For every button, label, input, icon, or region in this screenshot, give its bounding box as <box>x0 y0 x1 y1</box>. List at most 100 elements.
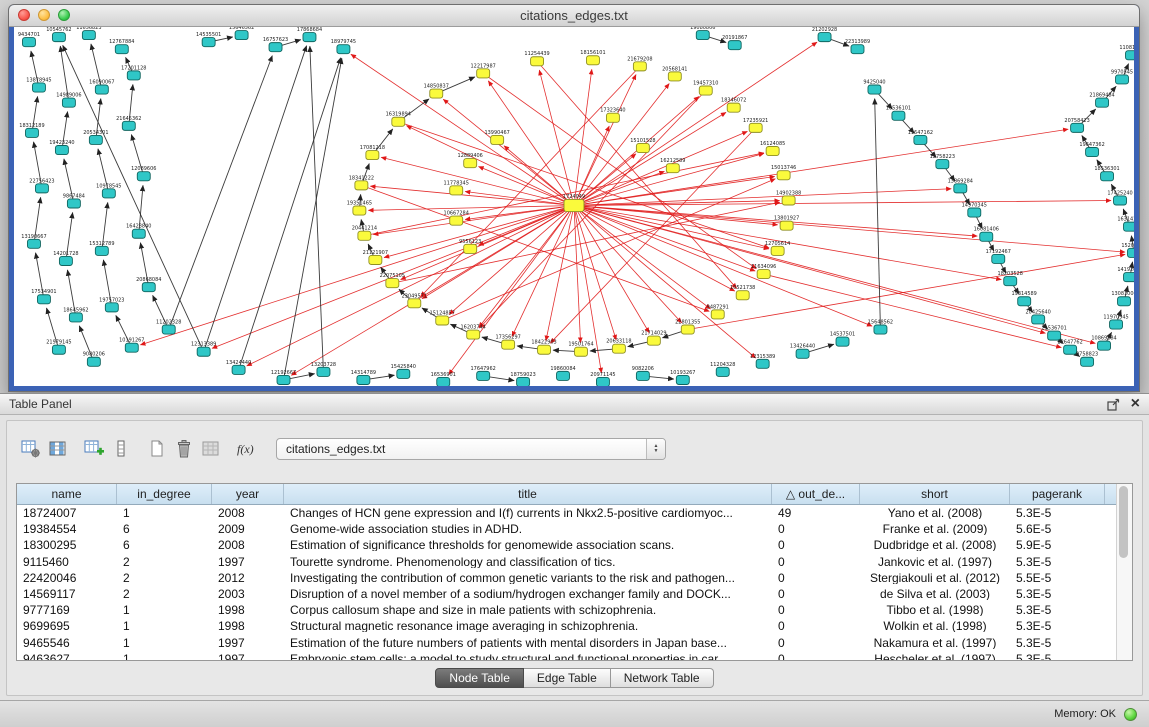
graph-node[interactable] <box>67 199 80 208</box>
graph-node[interactable] <box>716 367 729 376</box>
graph-node[interactable] <box>22 38 35 47</box>
graph-node[interactable] <box>586 56 599 65</box>
graph-node[interactable] <box>1071 123 1084 132</box>
graph-node[interactable] <box>574 347 587 356</box>
graph-node[interactable] <box>392 117 405 126</box>
graph-node[interactable] <box>197 347 210 356</box>
graph-node[interactable] <box>874 325 887 334</box>
graph-node[interactable] <box>531 57 544 66</box>
graph-node[interactable] <box>55 145 68 154</box>
function-builder-icon[interactable]: f(x) <box>233 436 260 462</box>
graph-node[interactable] <box>32 83 45 92</box>
graph-node[interactable] <box>1114 196 1127 205</box>
graph-node[interactable] <box>397 369 410 378</box>
create-column-icon[interactable] <box>80 436 107 462</box>
new-file-icon[interactable] <box>143 436 170 462</box>
graph-node[interactable] <box>836 337 849 346</box>
graph-node[interactable] <box>696 31 709 40</box>
graph-node[interactable] <box>1018 297 1031 306</box>
graph-node[interactable] <box>1124 222 1134 231</box>
graph-node[interactable] <box>353 206 366 215</box>
graph-node[interactable] <box>202 38 215 47</box>
tab-edge-table[interactable]: Edge Table <box>524 668 611 688</box>
graph-node[interactable] <box>137 172 150 181</box>
table-mode-icon[interactable] <box>17 436 44 462</box>
graph-node[interactable] <box>115 45 128 54</box>
column-header-pagerank[interactable]: pagerank <box>1010 484 1105 504</box>
graph-node[interactable] <box>437 377 450 386</box>
graph-node[interactable] <box>464 244 477 253</box>
table-row[interactable]: 946362711997Embryonic stem cells: a mode… <box>17 651 1132 661</box>
graph-node[interactable] <box>95 246 108 255</box>
graph-node[interactable] <box>355 181 368 190</box>
graph-node[interactable] <box>82 31 95 40</box>
graph-node[interactable] <box>1110 320 1123 329</box>
graph-node[interactable] <box>711 310 724 319</box>
graph-node[interactable] <box>35 184 48 193</box>
graph-node[interactable] <box>1096 98 1109 107</box>
graph-node[interactable] <box>235 31 248 40</box>
graph-node[interactable] <box>782 196 795 205</box>
graph-node[interactable] <box>771 246 784 255</box>
graph-node[interactable] <box>668 72 681 81</box>
graph-node[interactable] <box>796 349 809 358</box>
graph-node[interactable] <box>269 43 282 52</box>
graph-node[interactable] <box>408 299 421 308</box>
graph-node[interactable] <box>766 146 779 155</box>
graph-node[interactable] <box>502 340 515 349</box>
table-row[interactable]: 1456911722003Disruption of a novel membe… <box>17 586 1132 602</box>
graph-node[interactable] <box>89 135 102 144</box>
graph-node[interactable] <box>647 336 660 345</box>
tab-network-table[interactable]: Network Table <box>611 668 714 688</box>
column-header-year[interactable]: year <box>212 484 284 504</box>
graph-node[interactable] <box>517 377 530 386</box>
float-panel-icon[interactable] <box>1107 398 1120 411</box>
graph-node[interactable] <box>780 221 793 230</box>
graph-node[interactable] <box>681 325 694 334</box>
graph-node[interactable] <box>1126 51 1134 60</box>
column-header-title[interactable]: title <box>284 484 772 504</box>
graph-node[interactable] <box>142 283 155 292</box>
table-row[interactable]: 911546021997Tourette syndrome. Phenomeno… <box>17 554 1132 570</box>
graph-node[interactable] <box>818 33 831 42</box>
graph-node[interactable] <box>277 375 290 384</box>
network-window-titlebar[interactable]: citations_edges.txt <box>9 5 1139 27</box>
graph-node[interactable] <box>87 357 100 366</box>
graph-node[interactable] <box>851 45 864 54</box>
graph-node[interactable] <box>477 69 490 78</box>
graph-node[interactable] <box>1098 341 1111 350</box>
table-row[interactable]: 1830029562008Estimation of significance … <box>17 537 1132 553</box>
graph-node[interactable] <box>1064 345 1077 354</box>
graph-node[interactable] <box>1081 357 1094 366</box>
table-row[interactable]: 1872400712008Changes of HCN gene express… <box>17 505 1132 521</box>
graph-node[interactable] <box>676 375 689 384</box>
graph-node[interactable] <box>450 216 463 225</box>
graph-node[interactable] <box>467 330 480 339</box>
graph-node[interactable] <box>37 295 50 304</box>
table-row[interactable]: 977716911998Corpus callosum shape and si… <box>17 602 1132 618</box>
graph-node[interactable] <box>1116 75 1129 84</box>
graph-node[interactable] <box>868 85 881 94</box>
table-row[interactable]: 946554611997Estimation of the future num… <box>17 635 1132 651</box>
graph-node[interactable] <box>777 171 790 180</box>
graph-node[interactable] <box>892 111 905 120</box>
zoom-window-icon[interactable] <box>58 9 70 21</box>
column-header-short[interactable]: short <box>860 484 1010 504</box>
graph-node[interactable] <box>914 135 927 144</box>
graph-node[interactable] <box>52 345 65 354</box>
graph-node[interactable] <box>1101 172 1114 181</box>
graph-node[interactable] <box>386 279 399 288</box>
graph-node[interactable] <box>980 232 993 241</box>
graph-node[interactable] <box>127 71 140 80</box>
graph-node[interactable] <box>728 41 741 50</box>
graph-node[interactable] <box>757 270 770 279</box>
graph-node[interactable] <box>52 33 65 42</box>
close-panel-icon[interactable]: × <box>1131 397 1140 411</box>
graph-node[interactable] <box>303 33 316 42</box>
table-panel-titlebar[interactable]: Table Panel × <box>0 394 1149 415</box>
table-row[interactable]: 969969511998Structural magnetic resonanc… <box>17 618 1132 634</box>
graph-node[interactable] <box>968 208 981 217</box>
graph-node[interactable] <box>357 375 370 384</box>
delete-icon[interactable] <box>170 436 197 462</box>
column-header-indegree[interactable]: in_degree <box>117 484 212 504</box>
